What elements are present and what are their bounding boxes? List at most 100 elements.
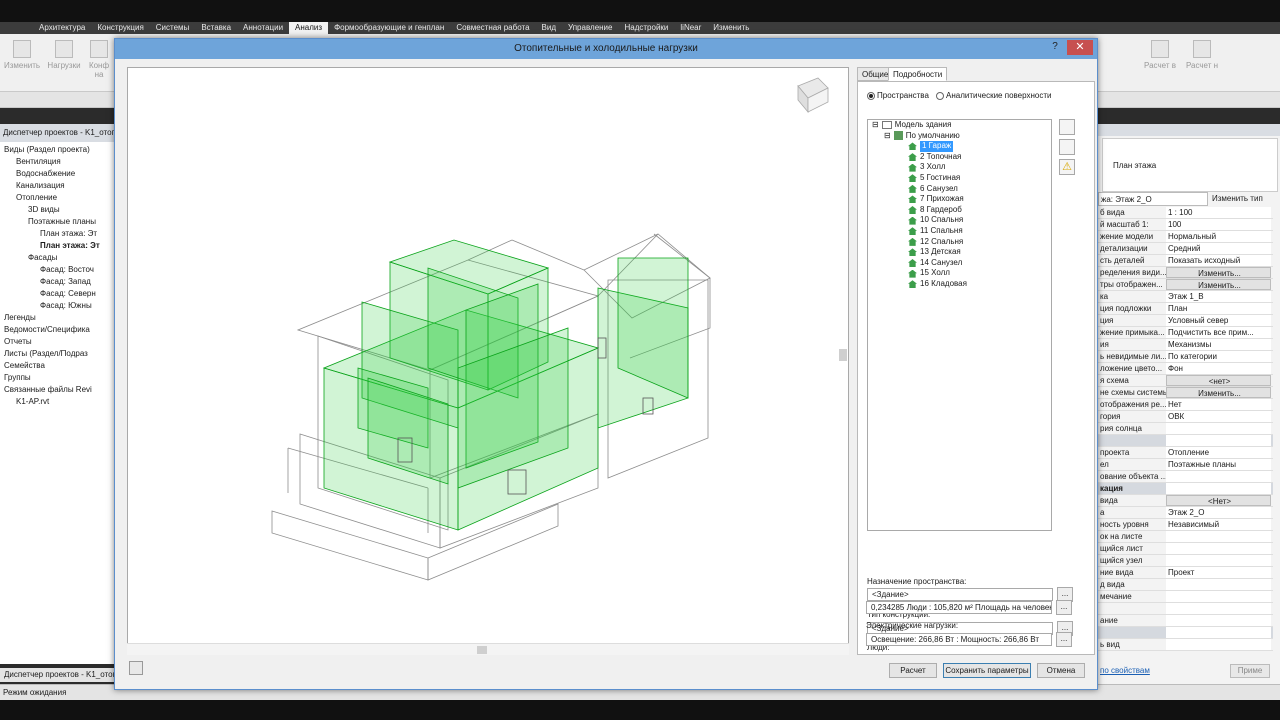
property-value[interactable] [1166,471,1271,482]
radio-spaces[interactable]: Пространства [867,91,929,100]
tab-details[interactable]: Подробности [888,67,948,81]
calc-button[interactable]: Расчет [889,663,937,678]
property-value[interactable] [1166,423,1271,434]
horizontal-scrollbar[interactable] [127,643,849,655]
property-value[interactable]: Показать исходный [1166,255,1271,266]
ribbon-tab[interactable]: Конструкция [91,22,149,34]
browser-item[interactable]: Отчеты [4,336,116,348]
browser-item[interactable]: Поэтажные планы [4,216,116,228]
property-value[interactable] [1166,639,1271,650]
ribbon-tab[interactable]: liNear [674,22,707,34]
edit-type-button[interactable]: Изменить тип [1208,192,1263,206]
property-value[interactable]: Изменить... [1166,387,1271,398]
browser-item[interactable]: 3D виды [4,204,116,216]
instance-selector[interactable]: жа: Этаж 2_О [1098,192,1208,206]
property-value[interactable] [1166,435,1271,446]
browser-item[interactable]: План этажа: Эт [4,228,116,240]
building-3d-view[interactable] [127,67,849,655]
property-value[interactable] [1166,615,1271,626]
property-value[interactable]: <нет> [1166,375,1271,386]
space-item[interactable]: 13 Детская [868,247,1051,258]
ribbon-tab[interactable]: Анализ [289,22,329,34]
space-item[interactable]: 10 Спальня [868,215,1051,226]
ribbon-tab[interactable]: Архитектура [33,22,91,34]
cancel-button[interactable]: Отмена [1037,663,1085,678]
property-value[interactable]: Этаж 1_В [1166,291,1271,302]
browser-item[interactable]: Фасад: Восточ [4,264,116,276]
property-value[interactable]: 1 : 100 [1166,207,1271,218]
property-value[interactable]: ОВК [1166,411,1271,422]
property-value[interactable]: Этаж 2_О [1166,507,1271,518]
property-value[interactable]: Независимый [1166,519,1271,530]
space-item[interactable]: 14 Санузел [868,258,1051,269]
ribbon-tab[interactable]: Формообразующие и генплан [328,22,450,34]
property-value[interactable] [1166,603,1271,614]
space-item[interactable]: 2 Топочная [868,152,1051,163]
property-value[interactable]: Поэтажные планы [1166,459,1271,470]
tree-group[interactable]: ⊟ По умолчанию [868,131,1051,142]
save-parameters-button[interactable]: Сохранить параметры [943,663,1031,678]
property-value[interactable]: Изменить... [1166,279,1271,290]
space-item[interactable]: 6 Санузел [868,184,1051,195]
browser-item[interactable]: Отопление [4,192,116,204]
ribbon-tab[interactable]: Системы [150,22,196,34]
browser-item[interactable]: Фасад: Запад [4,276,116,288]
electric-field[interactable]: Освещение: 266,86 Вт : Мощность: 266,86 … [866,633,1052,646]
ribbon-tab[interactable]: Аннотации [237,22,289,34]
space-edit-icon[interactable] [1059,139,1075,155]
browser-item[interactable]: Виды (Раздел проекта) [4,144,116,156]
property-value[interactable] [1166,543,1271,554]
apply-button[interactable]: Приме [1230,664,1270,678]
vertical-scroll-thumb[interactable] [839,349,847,361]
browser-item[interactable]: Связанные файлы Revi [4,384,116,396]
property-value[interactable]: Отопление [1166,447,1271,458]
browser-item[interactable]: Группы [4,372,116,384]
space-item[interactable]: 5 Гостиная [868,173,1051,184]
property-value[interactable] [1166,555,1271,566]
property-value[interactable] [1166,579,1271,590]
tree-root[interactable]: ⊟ Модель здания [868,120,1051,131]
property-value[interactable]: Фон [1166,363,1271,374]
space-item[interactable]: 11 Спальня [868,226,1051,237]
space-item[interactable]: 16 Кладовая [868,279,1051,290]
browser-item[interactable]: K1-AP.rvt [4,396,116,408]
ribbon-tab[interactable]: Надстройки [618,22,674,34]
close-button[interactable]: ✕ [1067,40,1093,55]
space-purpose-field[interactable]: <Здание> [867,588,1053,601]
view-cube[interactable] [797,77,829,114]
property-value[interactable]: Изменить... [1166,267,1271,278]
property-value[interactable]: План [1166,303,1271,314]
browser-item[interactable]: Листы (Раздел/Подраз [4,348,116,360]
browser-item[interactable]: Фасады [4,252,116,264]
warning-icon[interactable]: ⚠ [1059,159,1075,175]
ribbon-tab[interactable]: Вставка [195,22,237,34]
property-value[interactable]: Нет [1166,399,1271,410]
space-properties-icon[interactable] [1059,119,1075,135]
property-value[interactable]: Подчистить все прим... [1166,327,1271,338]
property-value[interactable]: По категории [1166,351,1271,362]
view-settings-icon[interactable] [129,661,143,675]
ribbon-tab[interactable]: Совместная работа [450,22,535,34]
loads-button[interactable]: Нагрузки [44,38,84,80]
property-value[interactable]: <Нет> [1166,495,1271,506]
people-browse[interactable]: ... [1056,600,1072,615]
browser-item[interactable]: Водоснабжение [4,168,116,180]
ribbon-tab[interactable]: Вид [536,22,562,34]
space-item[interactable]: 1 Гараж [868,141,1051,152]
config-button[interactable]: Конф на [86,38,112,80]
property-value[interactable]: Средний [1166,243,1271,254]
property-value[interactable]: 100 [1166,219,1271,230]
space-item[interactable]: 3 Холл [868,162,1051,173]
space-item[interactable]: 8 Гардероб [868,205,1051,216]
property-value[interactable] [1166,591,1271,602]
calc-button-1[interactable]: Расчет в [1140,38,1180,80]
space-item[interactable]: 12 Спальня [868,237,1051,248]
help-button[interactable]: ? [1049,41,1061,55]
browser-item[interactable]: Фасад: Южны [4,300,116,312]
modify-button[interactable]: Изменить [2,38,42,80]
properties-help-link[interactable]: по свойствам [1100,666,1150,675]
people-field[interactable]: 0,234285 Люди : 105,820 м² Площадь на че… [866,601,1052,614]
space-item[interactable]: 7 Прихожая [868,194,1051,205]
electric-browse[interactable]: ... [1056,632,1072,647]
property-value[interactable]: Нормальный [1166,231,1271,242]
